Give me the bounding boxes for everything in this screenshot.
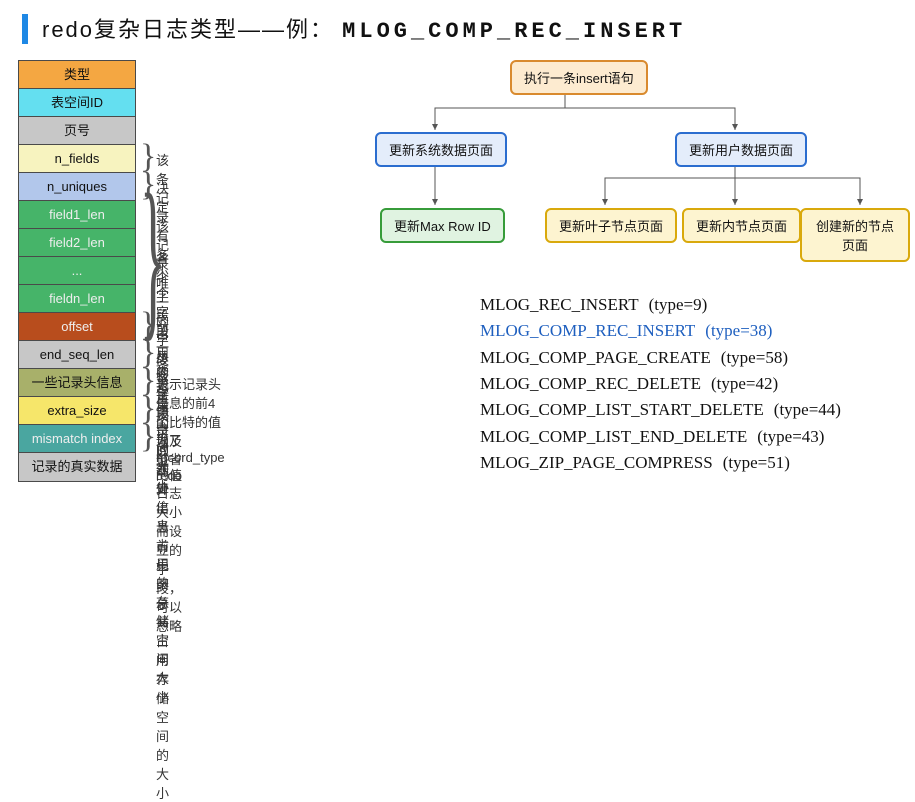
type-list: MLOG_REC_INSERT(type=9)MLOG_COMP_REC_INS… bbox=[480, 292, 841, 476]
type-entry: MLOG_COMP_PAGE_CREATE(type=58) bbox=[480, 345, 841, 371]
type-entry: MLOG_COMP_REC_INSERT(type=38) bbox=[480, 318, 841, 344]
stack-cell: field2_len bbox=[19, 229, 135, 257]
flow-root: 执行一条insert语句 bbox=[510, 60, 648, 95]
record-structure-stack: 类型表空间ID页号n_fieldsn_uniquesfield1_lenfiel… bbox=[18, 60, 136, 482]
stack-cell: offset bbox=[19, 313, 135, 341]
title-code: MLOG_COMP_REC_INSERT bbox=[342, 19, 686, 44]
stack-cell: extra_size bbox=[19, 397, 135, 425]
type-entry: MLOG_COMP_LIST_START_DELETE(type=44) bbox=[480, 397, 841, 423]
stack-cell: 表空间ID bbox=[19, 89, 135, 117]
flow-user: 更新用户数据页面 bbox=[675, 132, 807, 167]
type-entry: MLOG_COMP_REC_DELETE(type=42) bbox=[480, 371, 841, 397]
type-entry: MLOG_REC_INSERT(type=9) bbox=[480, 292, 841, 318]
title-accent bbox=[22, 14, 28, 44]
stack-cell: field1_len bbox=[19, 201, 135, 229]
brace-icon: } bbox=[140, 418, 156, 456]
type-entry: MLOG_ZIP_PAGE_COMPRESS(type=51) bbox=[480, 450, 841, 476]
flow-sys: 更新系统数据页面 bbox=[375, 132, 507, 167]
stack-cell: end_seq_len bbox=[19, 341, 135, 369]
stack-cell: 页号 bbox=[19, 117, 135, 145]
stack-cell: n_fields bbox=[19, 145, 135, 173]
stack-cell: fieldn_len bbox=[19, 285, 135, 313]
flow-inner: 更新内节点页面 bbox=[682, 208, 801, 243]
flow-new: 创建新的节点页面 bbox=[800, 208, 910, 262]
flow-diagram: 执行一条insert语句 更新系统数据页面 更新用户数据页面 更新Max Row… bbox=[350, 60, 910, 260]
title-prefix: redo复杂日志类型——例： bbox=[42, 17, 334, 42]
stack-cell: ... bbox=[19, 257, 135, 285]
type-entry: MLOG_COMP_LIST_END_DELETE(type=43) bbox=[480, 424, 841, 450]
stack-cell: 一些记录头信息 bbox=[19, 369, 135, 397]
flow-maxrow: 更新Max Row ID bbox=[380, 208, 505, 243]
stack-cell: 类型 bbox=[19, 61, 135, 89]
stack-cell: n_uniques bbox=[19, 173, 135, 201]
stack-note: 各个字段占用的存储空间大小 bbox=[156, 248, 169, 495]
stack-cell: mismatch index bbox=[19, 425, 135, 453]
flow-leaf: 更新叶子节点页面 bbox=[545, 208, 677, 243]
stack-cell: 记录的真实数据 bbox=[19, 453, 135, 481]
page-title: redo复杂日志类型——例： MLOG_COMP_REC_INSERT bbox=[42, 12, 686, 44]
